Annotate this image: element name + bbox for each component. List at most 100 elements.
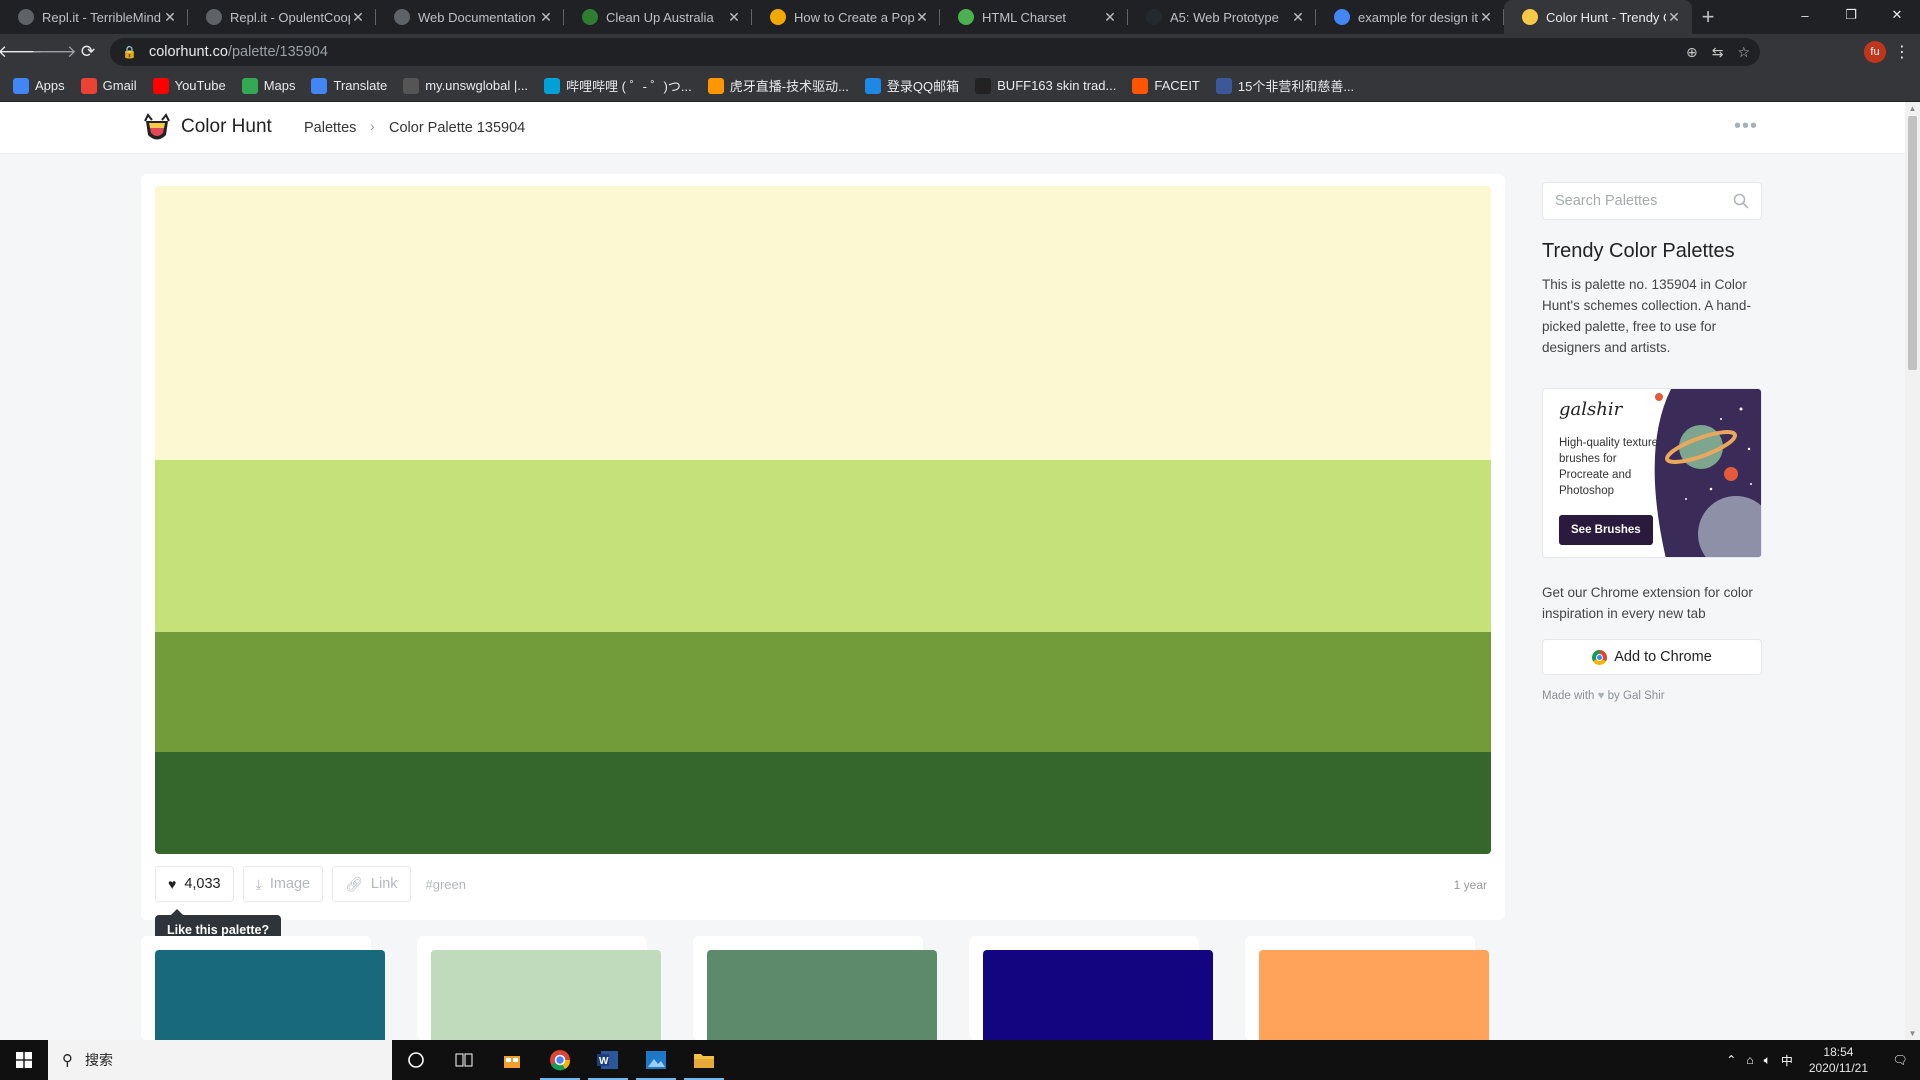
image-label: Image [269,876,311,892]
translate-icon[interactable]: ⇆ [1712,44,1724,61]
minimize-button[interactable]: – [1782,0,1828,30]
palette-card[interactable] [141,936,385,1040]
browser-tab[interactable]: How to Create a Popu ✕ [752,0,940,34]
browser-tab[interactable]: Web Documentation ✕ [376,0,564,34]
palette-thumbnail[interactable] [431,950,661,1040]
word-icon[interactable]: W [584,1040,632,1080]
taskbar-search[interactable]: ⚲ 搜索 [48,1040,392,1080]
notifications-icon[interactable]: 🗨︎ [1880,1053,1920,1067]
bookmark-item[interactable]: BUFF163 skin trad... [975,77,1116,94]
search-input[interactable] [1555,193,1725,209]
swatch-4[interactable] [155,752,1491,854]
add-icon[interactable]: ⊕ [1686,44,1698,61]
scroll-up-arrow-icon[interactable]: ▲ [1908,104,1917,113]
bookmark-item[interactable]: FACEIT [1132,77,1200,94]
bookmark-item[interactable]: YouTube [152,77,226,94]
close-tab-icon[interactable]: ✕ [350,9,366,26]
reload-button[interactable]: ⟳ [74,38,102,66]
brushes-ad[interactable]: galshir High-quality texture brushes for… [1542,388,1762,558]
scrollbar-thumb[interactable] [1908,116,1917,370]
task-view-icon[interactable] [440,1040,488,1080]
chrome-taskbar-icon[interactable] [536,1040,584,1080]
palette-thumbnail[interactable] [983,950,1213,1040]
scroll-down-arrow-icon[interactable]: ▼ [1908,1029,1917,1038]
search-icon[interactable] [1733,193,1749,209]
made-with-author[interactable]: by Gal Shir [1608,690,1665,702]
bookmark-item[interactable]: Apps [13,77,65,94]
close-tab-icon[interactable]: ✕ [726,9,742,26]
close-tab-icon[interactable]: ✕ [538,9,554,26]
tray-chevron-icon[interactable]: ⌃ [1726,1053,1736,1067]
bookmark-item[interactable]: 哔哩哔哩 ( ゜- ゜)つ... [544,76,692,95]
copy-link-button[interactable]: 🔗︎ Link [332,866,411,902]
swatch-3[interactable] [155,632,1491,752]
start-button[interactable] [0,1040,48,1080]
svg-text:W: W [599,1056,609,1067]
restore-button[interactable]: ❐ [1828,0,1874,30]
see-brushes-button[interactable]: See Brushes [1559,515,1653,545]
file-explorer-icon[interactable] [680,1040,728,1080]
bookmark-item[interactable]: 15个非营利和慈善... [1215,76,1355,95]
palette-thumbnail[interactable] [707,950,937,1040]
palette-card[interactable] [693,936,937,1040]
taskbar-clock[interactable]: 18:54 2020/11/21 [1809,1044,1868,1076]
page-scrollbar[interactable]: ▲ ▼ [1905,102,1920,1040]
profile-avatar[interactable]: fu [1864,41,1886,63]
close-window-button[interactable]: ✕ [1874,0,1920,30]
close-tab-icon[interactable]: ✕ [1478,9,1494,26]
close-tab-icon[interactable]: ✕ [914,9,930,26]
bookmark-label: 15个非营利和慈善... [1237,79,1355,94]
cortana-icon[interactable] [392,1040,440,1080]
palette-thumbnail[interactable] [155,950,385,1040]
palette-card: ♥ 4,033 ⤓ Image 🔗︎ Link #green 1 year [141,174,1505,920]
photos-icon[interactable] [632,1040,680,1080]
forward-button[interactable]: 🡒 [31,38,77,66]
bookmark-item[interactable]: Maps [241,77,295,94]
more-menu-icon[interactable]: ••• [1734,115,1758,138]
color-hunt-logo-icon[interactable] [143,113,171,145]
replit-icon [206,9,222,25]
tab-title: A5: Web Prototype [1170,9,1279,25]
browser-tab[interactable]: Repl.it - TerribleMind ✕ [0,0,188,34]
add-to-chrome-button[interactable]: Add to Chrome [1542,639,1762,675]
breadcrumb-palettes[interactable]: Palettes [304,120,356,136]
download-image-button[interactable]: ⤓ Image [242,866,324,902]
swatch-1[interactable] [155,186,1491,460]
bookmark-item[interactable]: Gmail [80,77,137,94]
browser-tab[interactable]: example for design it ✕ [1316,0,1504,34]
system-tray: ⌃ ⌂ 🔈︎ 中 18:54 2020/11/21 🗨︎ [1726,1040,1920,1080]
like-button[interactable]: ♥ 4,033 [155,866,234,902]
made-with-credit: Made with ♥ by Gal Shir [1542,690,1665,702]
close-tab-icon[interactable]: ✕ [1102,9,1118,26]
volume-icon[interactable]: 🔈︎ [1764,1053,1771,1068]
palette-tag[interactable]: #green [426,877,466,892]
browser-tab[interactable]: Clean Up Australia ✕ [564,0,752,34]
browser-tab[interactable]: Repl.it - OpulentCoop ✕ [188,0,376,34]
bookmark-item[interactable]: my.unswglobal |... [403,77,528,94]
close-tab-icon[interactable]: ✕ [1666,9,1682,26]
browser-tab[interactable]: HTML Charset ✕ [940,0,1128,34]
ime-icon[interactable]: 中 [1781,1052,1793,1069]
browser-tab[interactable]: Color Hunt - Trendy C ✕ [1504,0,1692,34]
close-tab-icon[interactable]: ✕ [162,9,178,26]
palette-thumbnail[interactable] [1259,950,1489,1040]
palette-card[interactable] [417,936,661,1040]
bookmark-star-icon[interactable]: ☆ [1737,44,1750,61]
bookmark-item[interactable]: 虎牙直播-技术驱动... [707,76,849,95]
browser-menu-icon[interactable]: ⋮ [1894,42,1910,62]
address-bar[interactable]: 🔒 colorhunt.co/palette/135904 ⊕ ⇆ ☆ [110,38,1760,66]
new-tab-button[interactable]: + [1692,0,1724,34]
back-button[interactable]: 🡐 [0,38,43,66]
palette-card[interactable] [1245,936,1489,1040]
close-tab-icon[interactable]: ✕ [1290,9,1306,26]
bookmark-item[interactable]: Translate [311,77,387,94]
network-icon[interactable]: ⌂ [1746,1053,1753,1067]
store-icon[interactable] [488,1040,536,1080]
brand-name[interactable]: Color Hunt [181,116,272,138]
swatch-2[interactable] [155,460,1491,632]
bookmark-item[interactable]: 登录QQ邮箱 [864,76,959,95]
qqmail-icon [864,77,881,94]
browser-tab[interactable]: A5: Web Prototype ✕ [1128,0,1316,34]
search-box [1542,182,1762,220]
palette-card[interactable] [969,936,1213,1040]
